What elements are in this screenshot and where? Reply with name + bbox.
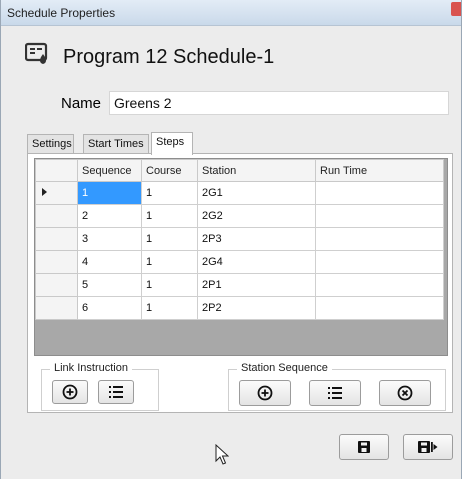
cell-course[interactable]: 1 [141, 204, 198, 228]
column-header-sequence[interactable]: Sequence [77, 159, 142, 182]
cell-station[interactable]: 2G2 [197, 204, 316, 228]
schedule-program-icon [24, 42, 51, 66]
header: Program 12 Schedule-1 [1, 26, 461, 82]
cell-sequence[interactable]: 1 [77, 181, 142, 205]
steps-table: Sequence Course Station Run Time 1 1 2G1 [35, 159, 444, 320]
cell-run-time[interactable] [315, 273, 444, 297]
cell-station[interactable]: 2P1 [197, 273, 316, 297]
remove-circle-icon [397, 385, 413, 401]
cell-station[interactable]: 2P3 [197, 227, 316, 251]
row-selector[interactable] [35, 273, 78, 297]
steps-panel: Sequence Course Station Run Time 1 1 2G1 [27, 153, 453, 413]
save-button[interactable] [339, 434, 389, 460]
add-circle-icon [62, 384, 78, 400]
link-instruction-label: Link Instruction [50, 362, 132, 374]
cell-station[interactable]: 2P2 [197, 296, 316, 320]
name-row: Name [1, 90, 461, 120]
column-header-course[interactable]: Course [141, 159, 198, 182]
cell-sequence[interactable]: 2 [77, 204, 142, 228]
cell-run-time[interactable] [315, 181, 444, 205]
add-link-instruction-button[interactable] [52, 380, 88, 404]
steps-grid: Sequence Course Station Run Time 1 1 2G1 [34, 158, 448, 356]
schedule-properties-window: Schedule Properties Program 12 Schedule-… [0, 0, 462, 479]
cell-course[interactable]: 1 [141, 250, 198, 274]
row-selector[interactable] [35, 250, 78, 274]
title-bar: Schedule Properties [1, 0, 461, 26]
bottom-bar [1, 418, 461, 479]
remove-station-button[interactable] [379, 380, 431, 406]
cell-sequence[interactable]: 3 [77, 227, 142, 251]
column-header-station[interactable]: Station [197, 159, 316, 182]
cell-sequence[interactable]: 6 [77, 296, 142, 320]
row-header-corner [35, 159, 78, 182]
tab-start-times[interactable]: Start Times [83, 134, 149, 154]
table-row[interactable]: 2 1 2G2 [35, 204, 444, 228]
save-exit-icon [418, 441, 438, 453]
cell-course[interactable]: 1 [141, 227, 198, 251]
link-instruction-group: Link Instruction [41, 362, 159, 411]
cell-sequence[interactable]: 4 [77, 250, 142, 274]
window-title: Schedule Properties [7, 6, 116, 20]
save-and-close-button[interactable] [403, 434, 453, 460]
table-row[interactable]: 5 1 2P1 [35, 273, 444, 297]
current-row-arrow-icon [42, 188, 47, 196]
row-selector[interactable] [35, 181, 78, 205]
row-selector[interactable] [35, 227, 78, 251]
cell-course[interactable]: 1 [141, 296, 198, 320]
table-row[interactable]: 1 1 2G1 [35, 181, 444, 205]
save-icon [358, 441, 370, 453]
name-label: Name [61, 95, 102, 112]
list-stations-button[interactable] [309, 380, 361, 406]
cell-run-time[interactable] [315, 296, 444, 320]
station-sequence-group: Station Sequence [228, 362, 446, 411]
grid-header-row: Sequence Course Station Run Time [35, 159, 444, 182]
list-link-instructions-button[interactable] [98, 380, 134, 404]
table-row[interactable]: 3 1 2P3 [35, 227, 444, 251]
add-circle-icon [257, 385, 273, 401]
cell-station[interactable]: 2G4 [197, 250, 316, 274]
cell-run-time[interactable] [315, 204, 444, 228]
mouse-cursor-icon [215, 443, 230, 469]
tab-steps[interactable]: Steps [151, 132, 193, 155]
cell-run-time[interactable] [315, 227, 444, 251]
column-header-run-time[interactable]: Run Time [315, 159, 444, 182]
close-icon[interactable] [451, 2, 461, 16]
row-selector[interactable] [35, 204, 78, 228]
add-station-button[interactable] [239, 380, 291, 406]
cell-station[interactable]: 2G1 [197, 181, 316, 205]
row-selector[interactable] [35, 296, 78, 320]
cell-run-time[interactable] [315, 250, 444, 274]
list-icon [109, 386, 123, 398]
cell-sequence[interactable]: 5 [77, 273, 142, 297]
cell-course[interactable]: 1 [141, 273, 198, 297]
name-field[interactable] [109, 91, 449, 115]
table-row[interactable]: 6 1 2P2 [35, 296, 444, 320]
tab-settings[interactable]: Settings [27, 134, 74, 154]
station-sequence-label: Station Sequence [237, 362, 332, 374]
table-row[interactable]: 4 1 2G4 [35, 250, 444, 274]
page-title: Program 12 Schedule-1 [63, 46, 275, 68]
list-icon [328, 387, 342, 399]
cell-course[interactable]: 1 [141, 181, 198, 205]
